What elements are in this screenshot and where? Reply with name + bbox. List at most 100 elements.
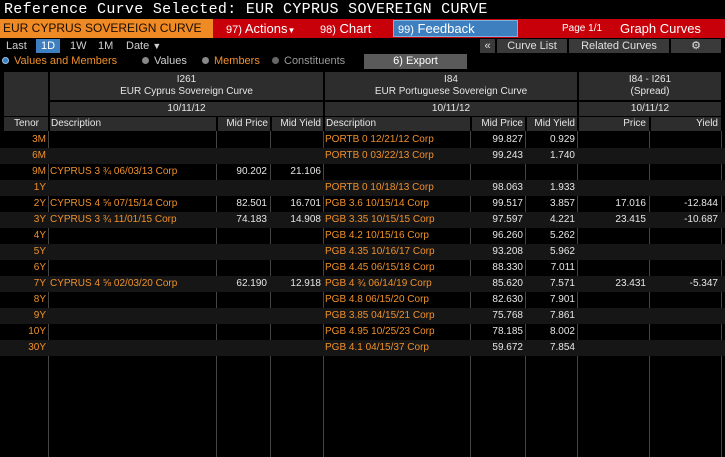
portugal-description-cell[interactable]: PGB 3.85 04/15/21 Corp <box>325 308 470 324</box>
radio-values-and-members[interactable]: Values and Members <box>2 54 117 69</box>
portugal-mid-yield-cell: 7.854 <box>549 342 575 353</box>
graph-curves-button[interactable]: Graph Curves <box>620 19 701 38</box>
cyprus-mid-yield-cell: 14.908 <box>290 214 321 225</box>
tab-last[interactable]: Last <box>2 39 31 53</box>
table-row[interactable]: 1Y PORTB 0 10/18/13 Corp 98.063 1.933 <box>0 180 725 196</box>
table-row[interactable]: 8Y PGB 4.8 06/15/20 Corp 82.630 7.901 <box>0 292 725 308</box>
portugal-mid-yield-cell <box>527 164 575 180</box>
portugal-description-cell[interactable]: PGB 4 ¾ 06/14/19 Corp <box>325 276 470 292</box>
cyprus-description-cell <box>50 180 216 196</box>
cyprus-description-cell[interactable]: CYPRUS 4 ⅝ 02/03/20 Corp <box>50 276 216 292</box>
cyprus-mid-price-cell <box>218 244 267 260</box>
spread-price-cell <box>579 180 646 196</box>
feedback-button[interactable]: 99) Feedback <box>393 20 518 37</box>
table-row[interactable]: 9M CYPRUS 3 ¾ 06/03/13 Corp 90.202 21.106 <box>0 164 725 180</box>
column-header-description[interactable]: Description <box>325 117 470 131</box>
column-header-yield[interactable]: Yield <box>651 117 721 131</box>
cyprus-description-cell <box>50 292 216 308</box>
cyprus-description-cell <box>50 340 216 356</box>
tab-1m[interactable]: 1M <box>94 39 117 53</box>
cyprus-description-cell[interactable]: CYPRUS 3 ¾ 11/01/15 Corp <box>50 212 216 228</box>
curve-name-field[interactable]: EUR CYPRUS SOVEREIGN CURVE <box>0 19 213 38</box>
tab-1d[interactable]: 1D <box>36 39 60 53</box>
portugal-mid-price-cell: 78.185 <box>492 326 523 337</box>
actions-label: Actions <box>244 21 288 36</box>
spread-price-cell: 23.415 <box>615 214 646 225</box>
cyprus-description-cell[interactable]: CYPRUS 3 ¾ 06/03/13 Corp <box>50 164 216 180</box>
cyprus-mid-price-cell <box>218 340 267 356</box>
table-row[interactable]: 2Y CYPRUS 4 ⅝ 07/15/14 Corp 82.501 16.701 PG… <box>0 196 725 212</box>
cyprus-mid-yield-cell <box>272 260 321 276</box>
spread-yield-cell <box>651 260 718 276</box>
related-curves-button[interactable]: Related Curves <box>569 39 669 53</box>
collapse-icon[interactable]: « <box>480 39 495 53</box>
portugal-description-cell[interactable]: PGB 4.95 10/25/23 Corp <box>325 324 470 340</box>
portugal-mid-yield-cell: 7.571 <box>549 278 575 289</box>
curve-list-button[interactable]: Curve List <box>497 39 567 53</box>
portugal-description-cell[interactable]: PGB 4.45 06/15/18 Corp <box>325 260 470 276</box>
column-header-mid-yield[interactable]: Mid Yield <box>272 117 323 131</box>
chart-label: Chart <box>339 21 372 36</box>
tab-date[interactable]: Date ▼ <box>122 39 165 53</box>
portugal-description-cell[interactable]: PGB 3.35 10/15/15 Corp <box>325 212 470 228</box>
table-row[interactable]: 10Y PGB 4.95 10/25/23 Corp 78.185 8.002 <box>0 324 725 340</box>
table-row[interactable]: 6Y PGB 4.45 06/15/18 Corp 88.330 7.011 <box>0 260 725 276</box>
portugal-mid-yield-cell: 7.011 <box>550 262 575 273</box>
table-row[interactable]: 4Y PGB 4.2 10/15/16 Corp 96.260 5.262 <box>0 228 725 244</box>
gear-icon[interactable]: ⚙ <box>671 39 721 53</box>
column-header-tenor[interactable]: Tenor <box>4 117 48 131</box>
spread-price-cell <box>579 292 646 308</box>
spread-yield-cell <box>651 164 718 180</box>
cyprus-description-cell[interactable]: CYPRUS 4 ⅝ 07/15/14 Corp <box>50 196 216 212</box>
tenor-group-header <box>4 72 48 102</box>
table-row[interactable]: 5Y PGB 4.35 10/16/17 Corp 93.208 5.962 <box>0 244 725 260</box>
actions-button[interactable]: 97) Actions▼ <box>226 19 295 38</box>
spread-yield-cell <box>651 180 718 196</box>
column-header-description[interactable]: Description <box>50 117 216 131</box>
column-header-mid-yield[interactable]: Mid Yield <box>527 117 577 131</box>
portugal-date: 10/11/12 <box>325 102 577 116</box>
portugal-curve-id: I84 <box>444 74 458 85</box>
portugal-mid-price-cell: 99.243 <box>492 150 523 161</box>
portugal-description-cell[interactable]: PGB 3.6 10/15/14 Corp <box>325 196 470 212</box>
export-button[interactable]: 6) Export <box>364 54 467 69</box>
chart-button[interactable]: 98) Chart <box>320 19 371 38</box>
table-row[interactable]: 9Y PGB 3.85 04/15/21 Corp 75.768 7.861 <box>0 308 725 324</box>
cyprus-mid-price-cell <box>218 132 267 148</box>
radio-icon <box>142 56 149 64</box>
portugal-description-cell[interactable]: PGB 4.1 04/15/37 Corp <box>325 340 470 356</box>
portugal-mid-price-cell <box>472 164 523 180</box>
table-row[interactable]: 6M PORTB 0 03/22/13 Corp 99.243 1.740 <box>0 148 725 164</box>
radio-members[interactable]: Members <box>202 54 260 69</box>
spread-price-cell: 17.016 <box>615 198 646 209</box>
portugal-mid-yield-cell: 7.861 <box>549 310 575 321</box>
portugal-description-cell[interactable]: PORTB 0 03/22/13 Corp <box>325 148 470 164</box>
column-header-mid-price[interactable]: Mid Price <box>472 117 525 131</box>
chart-number: 98) <box>320 24 336 36</box>
portugal-description-cell[interactable]: PGB 4.8 06/15/20 Corp <box>325 292 470 308</box>
spread-yield-cell: -5.347 <box>689 278 718 289</box>
cyprus-mid-yield-cell <box>272 340 321 356</box>
spread-yield-cell <box>651 148 718 164</box>
column-header-mid-price[interactable]: Mid Price <box>218 117 270 131</box>
tab-1w[interactable]: 1W <box>66 39 91 53</box>
portugal-description-cell[interactable]: PORTB 0 12/21/12 Corp <box>325 132 470 148</box>
portugal-description-cell[interactable]: PGB 4.2 10/15/16 Corp <box>325 228 470 244</box>
cyprus-mid-yield-cell <box>272 244 321 260</box>
cyprus-mid-price-cell: 74.183 <box>236 214 267 225</box>
view-options: Values and Members Values Members Consti… <box>0 54 725 69</box>
table-row[interactable]: 3M PORTB 0 12/21/12 Corp 99.827 0.929 <box>0 132 725 148</box>
chevron-down-icon: ▼ <box>152 41 162 51</box>
table-row[interactable]: 30Y PGB 4.1 04/15/37 Corp 59.672 7.854 <box>0 340 725 356</box>
tenor-cell: 7Y <box>33 278 46 289</box>
table-row[interactable]: 3Y CYPRUS 3 ¾ 11/01/15 Corp 74.183 14.908 PG… <box>0 212 725 228</box>
tenor-cell: 9Y <box>33 310 46 321</box>
portugal-description-cell[interactable]: PGB 4.35 10/16/17 Corp <box>325 244 470 260</box>
column-header-price[interactable]: Price <box>579 117 649 131</box>
radio-values[interactable]: Values <box>142 54 187 69</box>
portugal-description-cell[interactable]: PORTB 0 10/18/13 Corp <box>325 180 470 196</box>
table-row[interactable]: 7Y CYPRUS 4 ⅝ 02/03/20 Corp 62.190 12.918 PG… <box>0 276 725 292</box>
radio-label: Values <box>154 55 187 67</box>
radio-constituents[interactable]: Constituents <box>272 54 345 69</box>
cyprus-description-cell <box>50 148 216 164</box>
